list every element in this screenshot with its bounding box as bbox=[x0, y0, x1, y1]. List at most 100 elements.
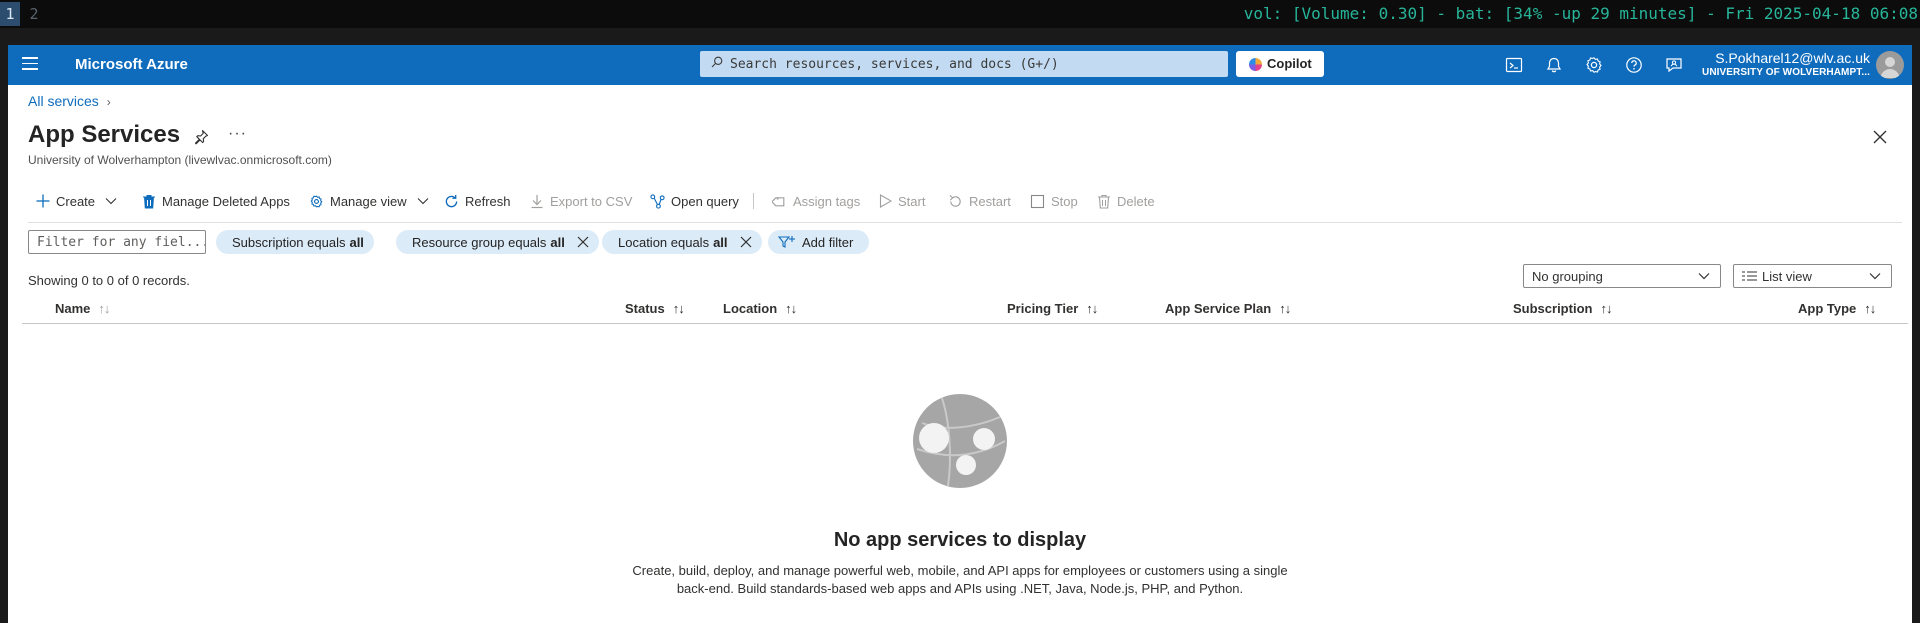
refresh-label: Refresh bbox=[465, 193, 511, 209]
feedback-icon[interactable] bbox=[1664, 55, 1684, 75]
settings-gear-icon[interactable] bbox=[1584, 55, 1604, 75]
column-header-app-type[interactable]: App Type ↑↓ bbox=[1798, 301, 1876, 316]
column-header-pricing-tier[interactable]: Pricing Tier ↑↓ bbox=[1007, 301, 1098, 316]
sort-icon: ↑↓ bbox=[98, 301, 110, 316]
sort-icon: ↑↓ bbox=[1086, 301, 1098, 316]
toolbar-divider bbox=[753, 193, 754, 209]
remove-filter-icon[interactable] bbox=[740, 236, 752, 248]
gear-icon bbox=[310, 194, 323, 208]
filter-pill-subscription[interactable]: Subscription equals all bbox=[216, 230, 374, 254]
close-icon[interactable] bbox=[1872, 129, 1888, 145]
open-query-button[interactable]: Open query bbox=[650, 191, 739, 211]
avatar[interactable] bbox=[1876, 51, 1904, 79]
breadcrumb-chevron: › bbox=[106, 95, 111, 109]
column-label: App Type bbox=[1798, 301, 1857, 316]
column-label: Status bbox=[625, 301, 665, 316]
delete-label: Delete bbox=[1117, 193, 1155, 209]
records-count: Showing 0 to 0 of 0 records. bbox=[28, 273, 190, 288]
add-filter-button[interactable]: Add filter bbox=[768, 230, 870, 254]
query-graph-icon bbox=[650, 193, 665, 209]
list-view-icon bbox=[1742, 271, 1757, 281]
remove-filter-icon[interactable] bbox=[577, 236, 589, 248]
add-filter-label: Add filter bbox=[802, 234, 854, 250]
app-services-globe-icon bbox=[913, 394, 1007, 488]
grouping-selected: No grouping bbox=[1532, 268, 1603, 284]
filter-pill-label: Resource group equals bbox=[412, 234, 547, 250]
manage-view-label: Manage view bbox=[330, 193, 407, 209]
create-button[interactable]: Create bbox=[36, 191, 123, 211]
workspace-2[interactable]: 2 bbox=[24, 2, 44, 26]
export-csv-label: Export to CSV bbox=[550, 193, 633, 209]
filter-pill-value: all bbox=[550, 234, 565, 250]
plus-icon bbox=[36, 194, 50, 208]
filter-pill-value: all bbox=[349, 234, 364, 250]
browser-window: Microsoft Azure Copilot bbox=[8, 45, 1912, 623]
trash-icon bbox=[1098, 194, 1110, 209]
brand-title[interactable]: Microsoft Azure bbox=[75, 56, 188, 73]
filter-pill-resource-group[interactable]: Resource group equals all bbox=[396, 230, 599, 254]
manage-deleted-apps-label: Manage Deleted Apps bbox=[162, 193, 290, 209]
view-dropdown[interactable]: List view bbox=[1733, 264, 1892, 288]
add-filter-icon bbox=[778, 236, 795, 248]
portal-menu-icon[interactable] bbox=[22, 57, 38, 71]
start-button[interactable]: Start bbox=[879, 191, 925, 211]
copilot-label: Copilot bbox=[1267, 56, 1312, 71]
system-status-text: vol: [Volume: 0.30] - bat: [34% -up 29 m… bbox=[1243, 4, 1918, 23]
column-label: App Service Plan bbox=[1165, 301, 1272, 316]
download-icon bbox=[531, 194, 543, 208]
grouping-dropdown[interactable]: No grouping bbox=[1523, 264, 1721, 288]
stop-label: Stop bbox=[1051, 193, 1078, 209]
empty-state-description: Create, build, deploy, and manage powerf… bbox=[632, 563, 1288, 596]
sort-icon: ↑↓ bbox=[672, 301, 685, 316]
delete-button[interactable]: Delete bbox=[1097, 191, 1155, 211]
chevron-down-icon bbox=[1698, 273, 1710, 280]
cloud-shell-icon[interactable] bbox=[1504, 55, 1524, 75]
create-label: Create bbox=[56, 193, 96, 209]
sort-icon: ↑↓ bbox=[1864, 301, 1876, 316]
restart-button[interactable]: Restart bbox=[948, 191, 1011, 211]
refresh-icon bbox=[445, 194, 458, 207]
restart-icon bbox=[949, 194, 961, 207]
play-icon bbox=[879, 194, 892, 208]
column-header-app-service-plan[interactable]: App Service Plan ↑↓ bbox=[1165, 301, 1291, 316]
pin-icon[interactable] bbox=[193, 129, 209, 145]
global-search[interactable] bbox=[700, 51, 1228, 77]
stop-button[interactable]: Stop bbox=[1030, 191, 1078, 211]
sort-icon: ↑↓ bbox=[785, 301, 797, 316]
chevron-down-icon bbox=[417, 198, 428, 205]
export-csv-button[interactable]: Export to CSV bbox=[530, 191, 632, 211]
column-label: Subscription bbox=[1513, 301, 1593, 316]
start-label: Start bbox=[898, 193, 926, 209]
column-header-name[interactable]: Name ↑↓ bbox=[55, 301, 110, 316]
help-question-icon[interactable] bbox=[1624, 55, 1644, 75]
user-email: S.Pokharel12@wlv.ac.uk bbox=[1715, 50, 1870, 66]
filter-pill-location[interactable]: Location equals all bbox=[602, 230, 762, 254]
column-header-location[interactable]: Location ↑↓ bbox=[723, 301, 797, 316]
column-label: Name bbox=[55, 301, 91, 316]
breadcrumb-all-services[interactable]: All services bbox=[28, 93, 99, 109]
filter-input[interactable] bbox=[28, 230, 206, 254]
chevron-down-icon bbox=[105, 198, 117, 205]
tag-icon bbox=[772, 196, 785, 206]
view-selected: List view bbox=[1762, 268, 1812, 284]
more-options-icon[interactable]: ··· bbox=[228, 125, 247, 143]
azure-header: Microsoft Azure Copilot bbox=[8, 45, 1912, 85]
trash-icon bbox=[143, 194, 155, 208]
workspace-1[interactable]: 1 bbox=[0, 2, 20, 26]
sort-icon: ↑↓ bbox=[1279, 301, 1291, 316]
account-menu[interactable]: S.Pokharel12@wlv.ac.uk UNIVERSITY OF WOL… bbox=[1702, 50, 1870, 80]
notifications-bell-icon[interactable] bbox=[1544, 55, 1564, 75]
user-organization: UNIVERSITY OF WOLVERHAMPT... bbox=[1702, 67, 1870, 78]
filter-pill-label: Subscription equals bbox=[232, 234, 346, 250]
assign-tags-button[interactable]: Assign tags bbox=[772, 191, 860, 211]
sort-icon: ↑↓ bbox=[1600, 301, 1612, 316]
manage-deleted-apps-button[interactable]: Manage Deleted Apps bbox=[142, 191, 290, 211]
column-header-status[interactable]: Status ↑↓ bbox=[625, 301, 685, 316]
breadcrumb: All services › bbox=[28, 93, 111, 109]
copilot-button[interactable]: Copilot bbox=[1236, 51, 1324, 77]
column-header-subscription[interactable]: Subscription ↑↓ bbox=[1513, 301, 1612, 316]
manage-view-button[interactable]: Manage view bbox=[309, 191, 435, 211]
refresh-button[interactable]: Refresh bbox=[444, 191, 511, 211]
search-input[interactable] bbox=[730, 51, 1220, 77]
column-label: Pricing Tier bbox=[1007, 301, 1079, 316]
